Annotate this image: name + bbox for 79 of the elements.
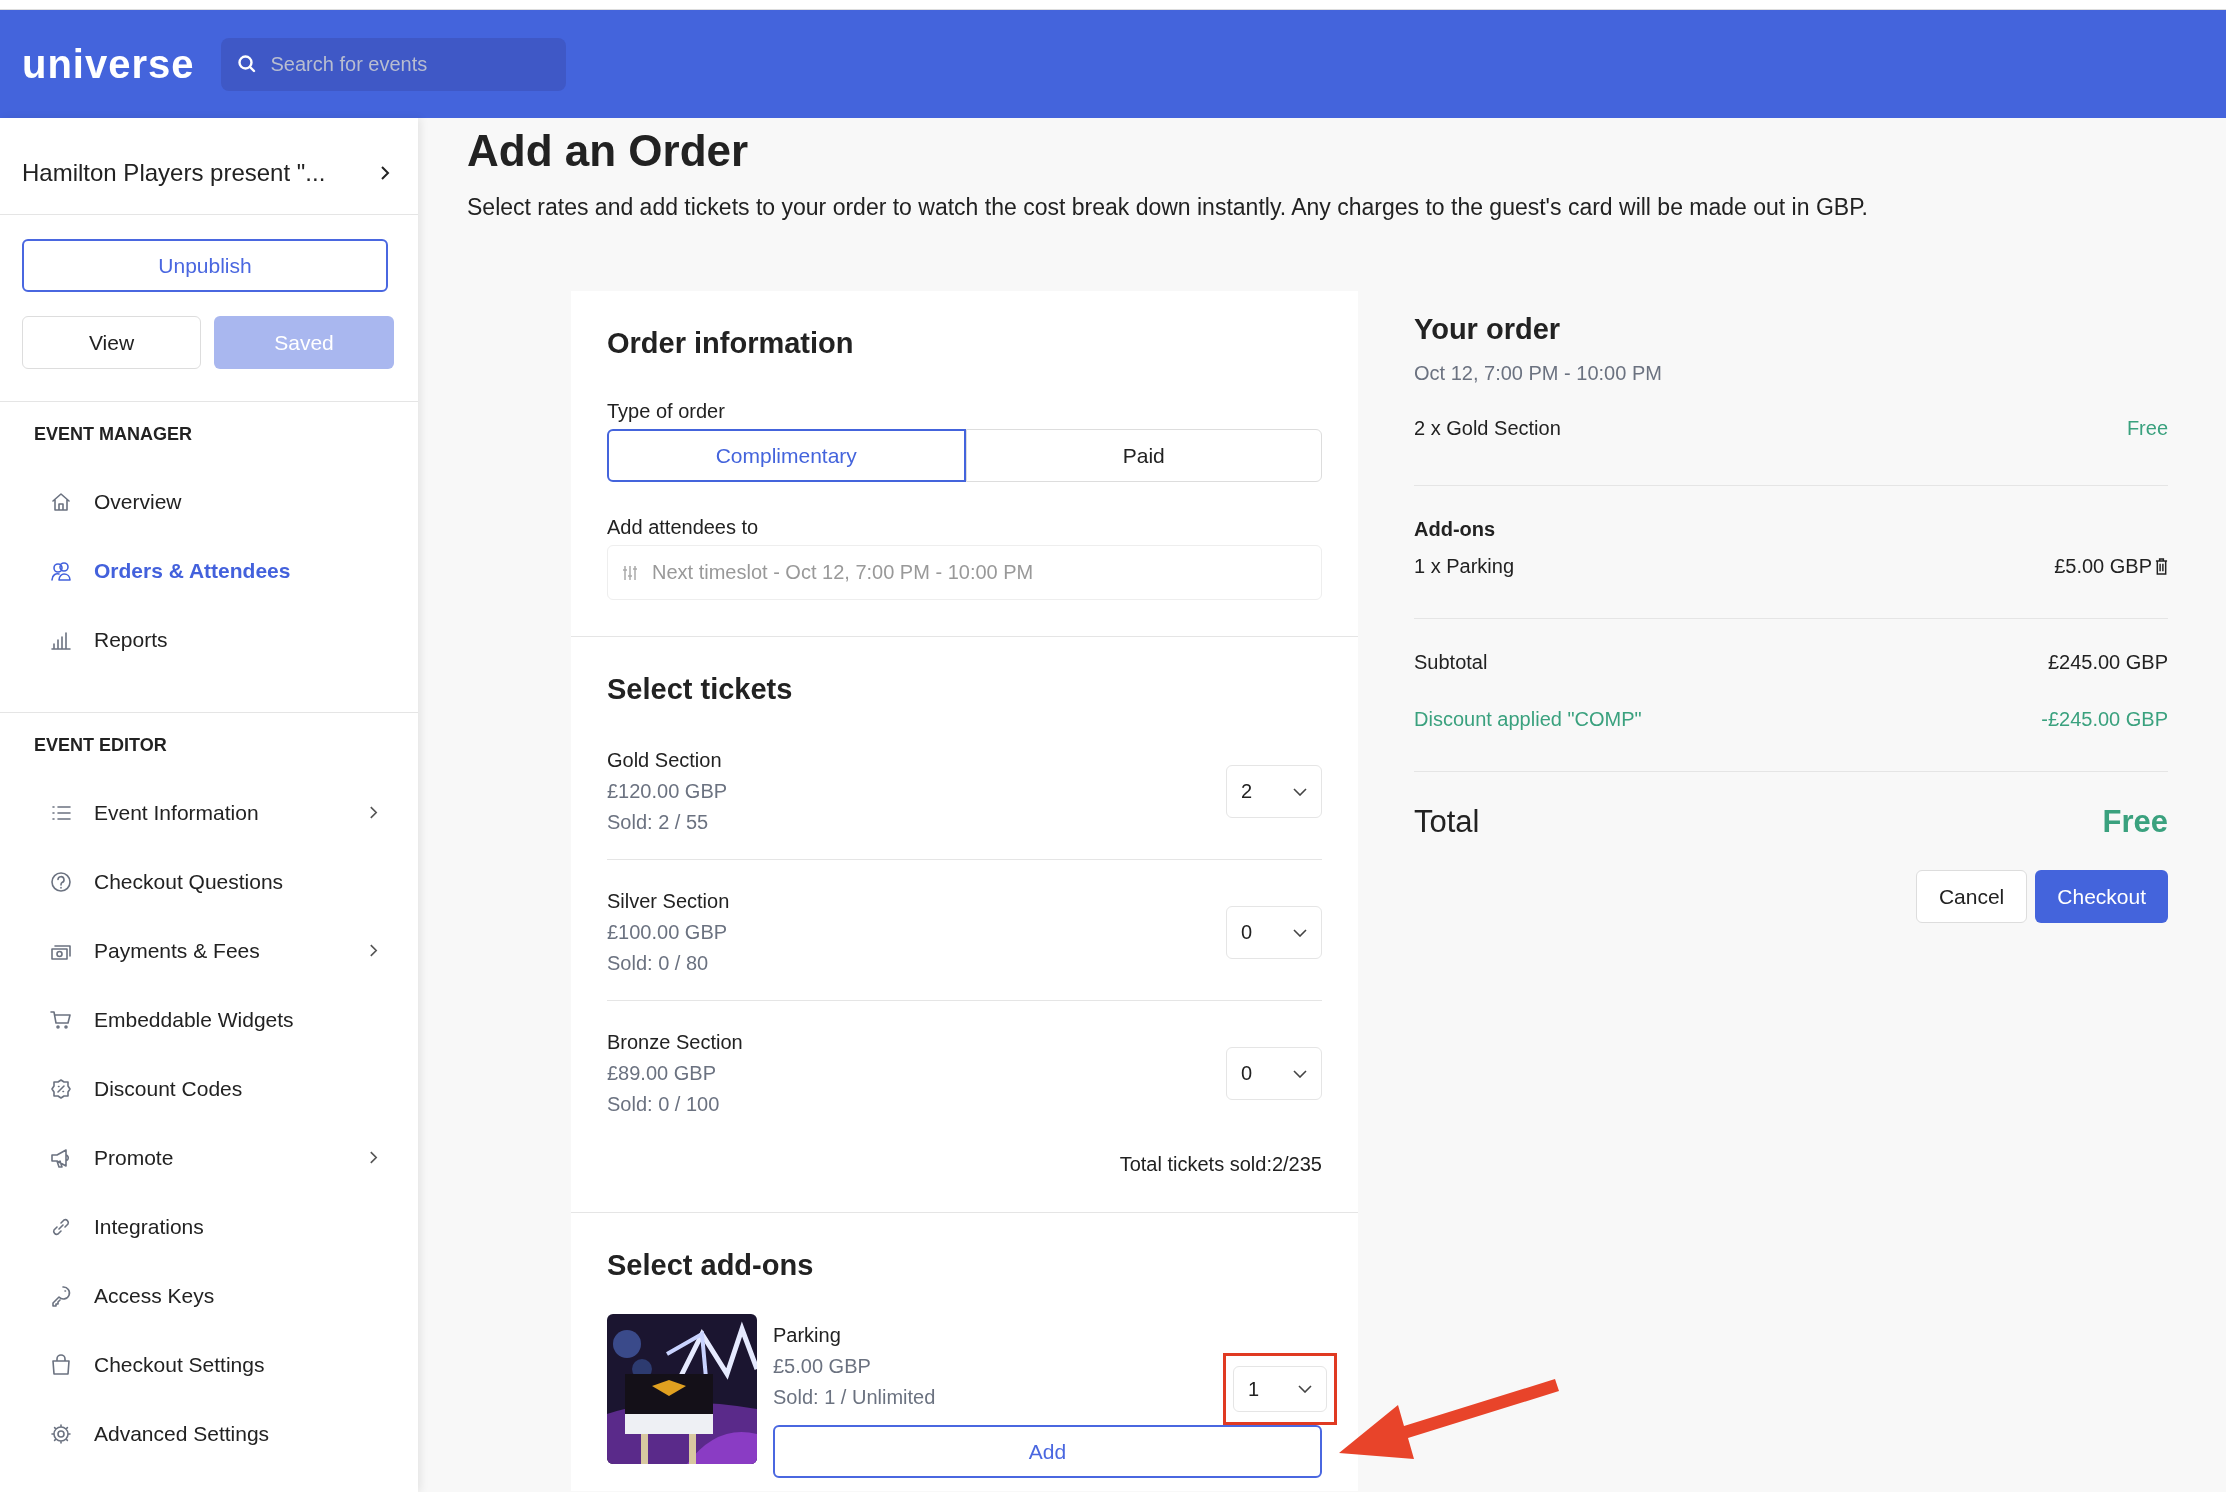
chevron-down-icon [1298, 1385, 1312, 1394]
discount-amount: -£245.00 GBP [2041, 708, 2168, 732]
nav-item[interactable]: Checkout Settings [0, 1330, 418, 1399]
bag-icon [50, 1353, 72, 1376]
section-title: Your order [1414, 313, 1562, 347]
field-label: Add attendees to [607, 516, 760, 540]
quantity-select[interactable]: 0 [1226, 906, 1322, 960]
question-icon [50, 870, 72, 893]
ticket-sold-count: Sold: 2 / 55 [607, 811, 710, 835]
addon-name: Parking [773, 1324, 842, 1348]
settings-icon [50, 1422, 72, 1445]
addons-heading: Add-ons [1414, 518, 1497, 542]
nav-item[interactable]: Event Information [0, 778, 418, 847]
trash-icon[interactable] [2155, 558, 2168, 576]
unpublish-button[interactable]: Unpublish [22, 239, 388, 292]
section-title: Order information [607, 327, 855, 361]
quantity-select[interactable]: 1 [1233, 1366, 1327, 1413]
ticket-sold-count: Sold: 0 / 100 [607, 1093, 721, 1117]
total-amount: Free [2102, 804, 2168, 841]
ticket-price: £89.00 GBP [607, 1062, 717, 1086]
discount-label: Discount applied "COMP" [1414, 708, 1642, 732]
key-icon [50, 1284, 72, 1307]
nav-item[interactable]: Promote [0, 1123, 418, 1192]
total-label: Total [1414, 804, 1480, 841]
sliders-icon [622, 564, 638, 581]
section-title: Select tickets [607, 673, 794, 707]
home-icon [50, 490, 72, 513]
section-heading: EVENT EDITOR [33, 735, 168, 756]
nav-item[interactable]: Discount Codes [0, 1054, 418, 1123]
cancel-button[interactable]: Cancel [1915, 870, 2028, 924]
page-title: Add an Order [467, 125, 750, 177]
order-type-tab[interactable]: Paid [965, 429, 1322, 483]
ticket-name: Gold Section [607, 749, 723, 773]
nav-item[interactable]: Orders & Attendees [0, 536, 418, 605]
cart-icon [50, 1008, 72, 1031]
nav-item[interactable]: Checkout Questions [0, 847, 418, 916]
subtotal-amount: £245.00 GBP [2047, 651, 2168, 675]
search-field[interactable]: Search for events [220, 37, 566, 91]
addon-price: £5.00 GBP [773, 1355, 872, 1379]
checkout-button[interactable]: Checkout [2035, 870, 2168, 924]
chevron-right-icon[interactable] [380, 165, 390, 181]
nav-item[interactable]: Integrations [0, 1192, 418, 1261]
nav-item[interactable]: Reports [0, 605, 418, 674]
chevron-down-icon [1293, 928, 1307, 937]
ticket-price: £100.00 GBP [607, 921, 729, 945]
ticket-name: Silver Section [607, 890, 730, 914]
ticket-price: £120.00 GBP [607, 780, 728, 804]
total-sold: Total tickets sold:2/235 [1118, 1153, 1322, 1177]
section-heading: EVENT MANAGER [33, 424, 193, 445]
subtotal-label: Subtotal [1414, 651, 1488, 675]
line-item-label: 1 x Parking [1414, 555, 1515, 579]
megaphone-icon [50, 1146, 72, 1169]
logo[interactable]: universe [22, 41, 195, 87]
nav-item[interactable]: Access Keys [0, 1261, 418, 1330]
quantity-select[interactable]: 0 [1226, 1047, 1322, 1101]
nav-item[interactable]: Overview [0, 467, 418, 536]
ticket-name: Bronze Section [607, 1031, 743, 1055]
nav-item[interactable]: Advanced Settings [0, 1399, 418, 1468]
users-icon [50, 559, 72, 582]
line-item-amount: Free [2126, 417, 2168, 441]
quantity-select[interactable]: 2 [1226, 765, 1322, 819]
order-type-tab[interactable]: Complimentary [607, 429, 966, 483]
order-date: Oct 12, 7:00 PM - 10:00 PM [1414, 362, 1663, 386]
line-item-amount: £5.00 GBP [2054, 555, 2152, 579]
page-description: Select rates and add tickets to your order to watch the cost break down instantly. Any charges to the guest's card will be made out in GBP. [467, 193, 1869, 223]
chevron-down-icon [1293, 787, 1307, 796]
ticket-sold-count: Sold: 0 / 80 [607, 952, 710, 976]
addon-sold-count: Sold: 1 / Unlimited [773, 1386, 936, 1410]
line-item-label: 2 x Gold Section [1414, 417, 1561, 441]
view-button[interactable]: View [22, 316, 201, 369]
nav-item[interactable]: Embeddable Widgets [0, 985, 418, 1054]
nav-item[interactable]: Payments & Fees [0, 916, 418, 985]
section-title: Select add-ons [607, 1249, 815, 1283]
add-button[interactable]: Add [773, 1425, 1322, 1479]
percent-badge-icon [50, 1077, 72, 1100]
field-label: Type of order [607, 400, 726, 424]
event-title[interactable]: Hamilton Players present "... [22, 159, 326, 187]
search-icon [236, 53, 257, 74]
chevron-down-icon [1293, 1069, 1307, 1078]
